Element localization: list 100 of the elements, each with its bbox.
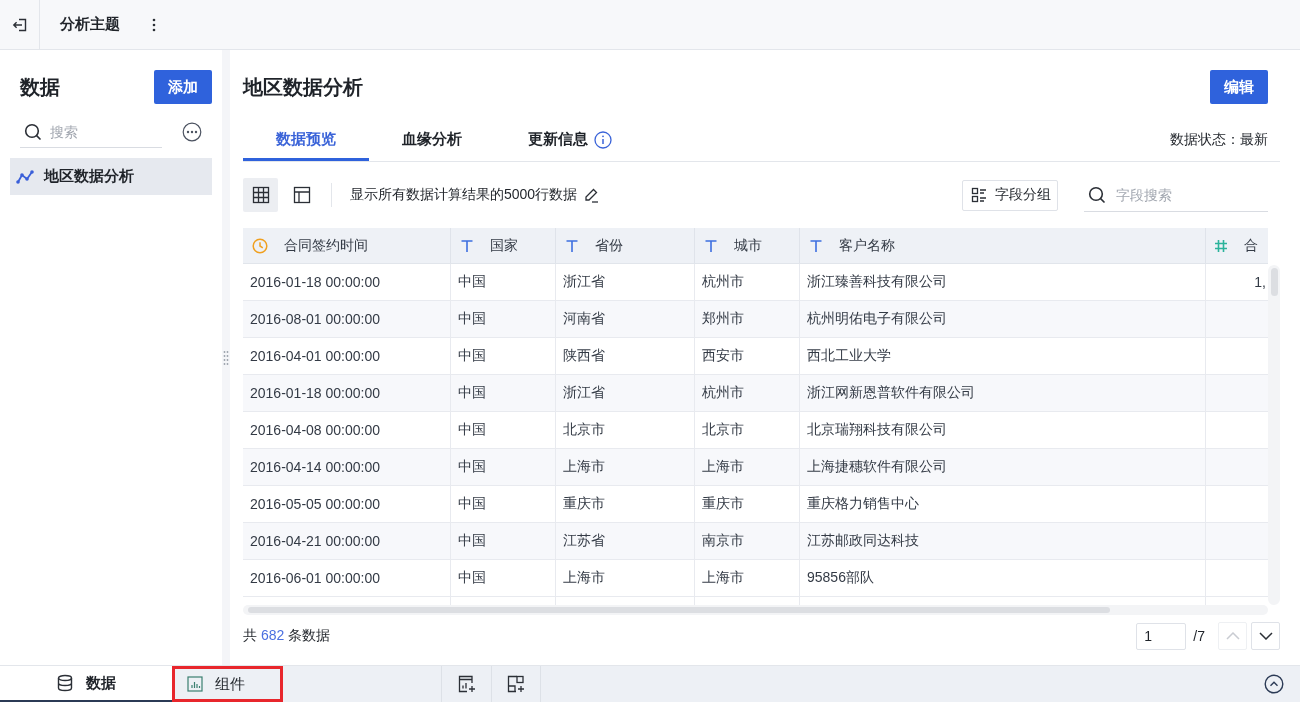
table-cell: 北京市 bbox=[556, 412, 695, 448]
row-limit-note: 显示所有数据计算结果的5000行数据 bbox=[350, 186, 578, 204]
clock-icon bbox=[252, 237, 268, 254]
table-cell: 2016-05-05 00:00:00 bbox=[243, 486, 451, 522]
table-cell: 2016-04-08 00:00:00 bbox=[243, 412, 451, 448]
line-chart-icon bbox=[16, 167, 34, 186]
column-header: 省份 bbox=[595, 236, 623, 255]
chevron-down-icon bbox=[1258, 632, 1273, 640]
table-cell: 中国 bbox=[451, 449, 556, 485]
table-cell: 西北工业大学 bbox=[800, 338, 1206, 374]
table-cell: 上海市 bbox=[695, 449, 800, 485]
table-cell: 浙江省 bbox=[556, 264, 695, 300]
table-cell: 重庆市 bbox=[695, 486, 800, 522]
table-cell: 北京市 bbox=[695, 412, 800, 448]
table-cell: 中国 bbox=[451, 264, 556, 300]
horizontal-scrollbar[interactable] bbox=[243, 605, 1268, 615]
square-plus-icon bbox=[507, 675, 525, 693]
exit-icon[interactable] bbox=[11, 16, 28, 33]
table-cell: 河南省 bbox=[556, 301, 695, 337]
sidebar-title: 数据 bbox=[20, 74, 60, 100]
tab[interactable]: 更新信息 bbox=[495, 118, 645, 161]
table-cell: 浙江省 bbox=[556, 375, 695, 411]
table-cell: 2016-01-18 00:00:00 bbox=[243, 375, 451, 411]
page-total: /7 bbox=[1193, 628, 1205, 644]
chevron-up-circle-icon[interactable] bbox=[1264, 674, 1284, 694]
drag-handle-icon[interactable] bbox=[223, 349, 229, 366]
bar-chart-icon bbox=[187, 676, 203, 692]
edit-button[interactable]: 编辑 bbox=[1210, 70, 1268, 104]
search-icon bbox=[1088, 185, 1106, 204]
column-header: 城市 bbox=[734, 236, 762, 255]
record-count: 共 682 条数据 bbox=[243, 627, 331, 645]
pencil-icon[interactable] bbox=[583, 187, 600, 203]
layout-icon bbox=[292, 186, 311, 204]
table-cell: 南京市 bbox=[695, 523, 800, 559]
vertical-scrollbar[interactable] bbox=[1268, 265, 1280, 605]
group-list-icon bbox=[971, 187, 987, 203]
bottom-tab[interactable]: 组件 bbox=[172, 666, 283, 702]
kebab-icon[interactable] bbox=[152, 17, 156, 32]
data-status: 数据状态：最新 bbox=[1170, 130, 1268, 149]
info-icon[interactable] bbox=[594, 130, 612, 149]
table-cell: 杭州明佑电子有限公司 bbox=[800, 301, 1206, 337]
table-cell: 中国 bbox=[451, 560, 556, 596]
table-cell: 2016-08-01 00:00:00 bbox=[243, 301, 451, 337]
table-cell: 中国 bbox=[451, 338, 556, 374]
page-title: 地区数据分析 bbox=[243, 74, 363, 100]
table-cell: 郑州市 bbox=[695, 301, 800, 337]
table-cell: 杭州市 bbox=[695, 375, 800, 411]
table-cell: 西安市 bbox=[695, 338, 800, 374]
table-cell: 95856部队 bbox=[800, 560, 1206, 596]
table-cell: 2016-04-14 00:00:00 bbox=[243, 449, 451, 485]
search-field[interactable]: 搜索 bbox=[50, 120, 162, 143]
table-cell: 上海市 bbox=[695, 560, 800, 596]
grid-view-button[interactable] bbox=[243, 178, 278, 212]
table-cell: 浙江网新恩普软件有限公司 bbox=[800, 375, 1206, 411]
database-icon bbox=[56, 674, 74, 692]
column-header: 合同签约时间 bbox=[284, 236, 368, 255]
field-search-field[interactable]: 字段搜索 bbox=[1116, 183, 1268, 206]
scrollbar-thumb[interactable] bbox=[248, 607, 1110, 613]
table-cell: 中国 bbox=[451, 375, 556, 411]
table-cell-text: 1, bbox=[1253, 273, 1267, 292]
grid-icon bbox=[251, 186, 270, 204]
column-header: 国家 bbox=[490, 236, 518, 255]
text-type-icon bbox=[704, 238, 718, 253]
table-cell: 中国 bbox=[451, 301, 556, 337]
table-cell: 2016-04-21 00:00:00 bbox=[243, 523, 451, 559]
column-header: 客户名称 bbox=[839, 236, 895, 255]
table-cell: 杭州市 bbox=[695, 264, 800, 300]
hash-icon bbox=[1214, 238, 1228, 253]
page-input[interactable]: 1 bbox=[1136, 622, 1187, 650]
text-type-icon bbox=[460, 238, 474, 253]
table-cell: 2016-01-18 00:00:00 bbox=[243, 264, 451, 300]
table-cell: 2016-06-01 00:00:00 bbox=[243, 560, 451, 596]
scrollbar-thumb[interactable] bbox=[1270, 268, 1278, 296]
table-cell: 江苏邮政同达科技 bbox=[800, 523, 1206, 559]
table-cell: 陕西省 bbox=[556, 338, 695, 374]
chart-plus-icon bbox=[457, 675, 476, 693]
column-header: 合 bbox=[1244, 236, 1258, 255]
text-type-icon bbox=[565, 238, 579, 253]
table-cell: 中国 bbox=[451, 412, 556, 448]
table-cell: 重庆格力销售中心 bbox=[800, 486, 1206, 522]
table-cell: 2016-04-01 00:00:00 bbox=[243, 338, 451, 374]
sidebar-item[interactable]: 地区数据分析 bbox=[10, 158, 212, 195]
table-cell: 中国 bbox=[451, 486, 556, 522]
table-cell: 重庆市 bbox=[556, 486, 695, 522]
field-group-button[interactable]: 字段分组 bbox=[962, 179, 1058, 211]
tab[interactable]: 数据预览 bbox=[243, 118, 369, 161]
table-cell: 江苏省 bbox=[556, 523, 695, 559]
add-button[interactable]: 添加 bbox=[154, 70, 212, 104]
search-icon bbox=[24, 122, 42, 141]
tab[interactable]: 血缘分析 bbox=[369, 118, 495, 161]
more-icon[interactable] bbox=[182, 122, 202, 142]
table-cell: 上海捷穗软件有限公司 bbox=[800, 449, 1206, 485]
text-type-icon bbox=[809, 238, 823, 253]
table-cell: 北京瑞翔科技有限公司 bbox=[800, 412, 1206, 448]
table-cell: 上海市 bbox=[556, 560, 695, 596]
chevron-up-icon bbox=[1225, 632, 1240, 640]
add-frame-button[interactable] bbox=[491, 666, 541, 702]
table-cell: 中国 bbox=[451, 523, 556, 559]
bottom-tab[interactable]: 数据 bbox=[0, 666, 172, 702]
next-page-button[interactable] bbox=[1251, 622, 1280, 650]
